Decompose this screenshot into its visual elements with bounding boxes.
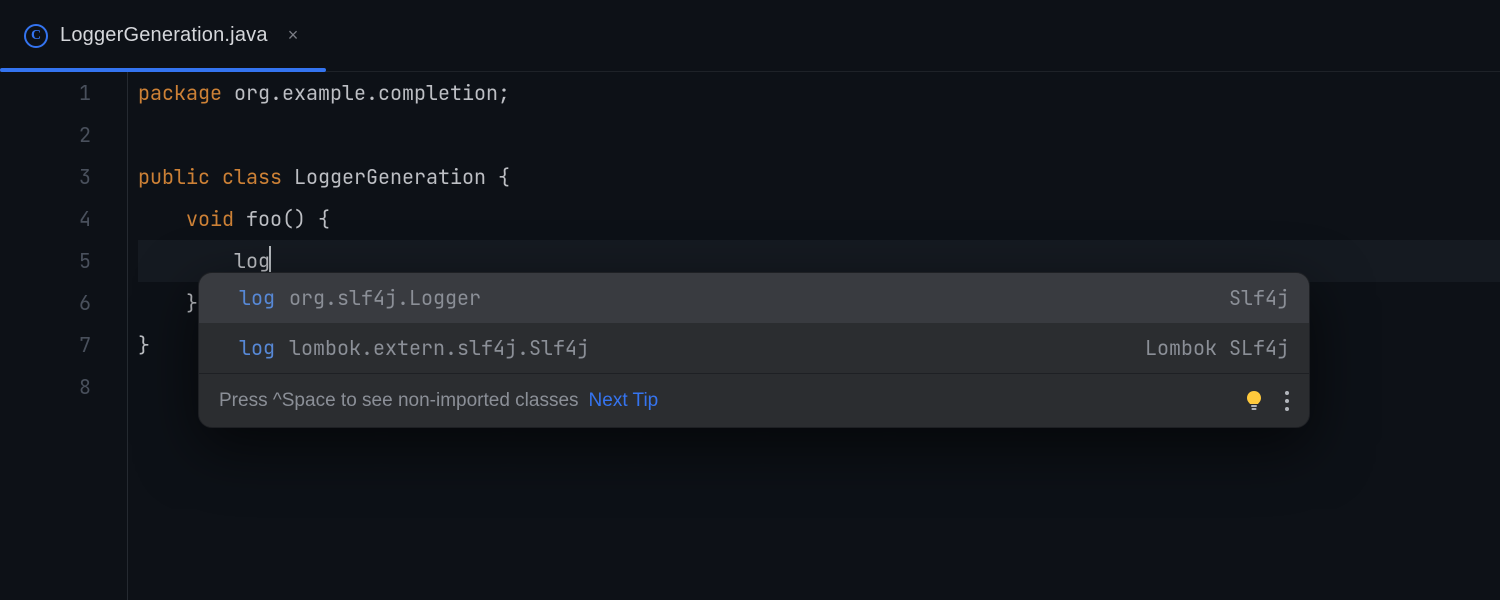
gutter: 1 2 3 4 5 6 7 8 <box>0 72 128 600</box>
code-line <box>138 114 1500 156</box>
code-line: package org.example.completion; <box>138 72 1500 114</box>
code-area[interactable]: package org.example.completion; public c… <box>128 72 1500 600</box>
class-file-icon: C <box>24 24 48 48</box>
completion-item-name: log <box>239 277 275 319</box>
lightbulb-icon[interactable] <box>1243 390 1265 412</box>
completion-item-name: log <box>239 327 275 369</box>
completion-item-qualifier: org.slf4j.Logger <box>289 277 481 319</box>
tab-title: LoggerGeneration.java <box>60 24 268 47</box>
line-number: 2 <box>0 114 91 156</box>
line-number: 8 <box>0 366 91 408</box>
line-number: 5 <box>0 240 91 282</box>
completion-item-source: Lombok SLf4j <box>1145 327 1289 369</box>
completion-item[interactable]: log lombok.extern.slf4j.Slf4j Lombok SLf… <box>199 323 1309 373</box>
completion-footer: Press ^Space to see non-imported classes… <box>199 373 1309 427</box>
next-tip-link[interactable]: Next Tip <box>589 380 659 422</box>
close-tab-icon[interactable]: × <box>284 25 303 46</box>
editor-tab[interactable]: C LoggerGeneration.java × <box>0 0 326 71</box>
code-line: public class LoggerGeneration { <box>138 156 1500 198</box>
caret-icon <box>269 246 271 272</box>
more-options-icon[interactable] <box>1279 391 1295 411</box>
completion-popup[interactable]: log org.slf4j.Logger Slf4j log lombok.ex… <box>198 272 1310 428</box>
completion-item-source: Slf4j <box>1229 277 1289 319</box>
completion-item[interactable]: log org.slf4j.Logger Slf4j <box>199 273 1309 323</box>
line-number: 1 <box>0 72 91 114</box>
completion-item-qualifier: lombok.extern.slf4j.Slf4j <box>289 327 589 369</box>
completion-hint-text: Press ^Space to see non-imported classes <box>219 380 579 422</box>
code-line: void foo() { <box>138 198 1500 240</box>
line-number: 6 <box>0 282 91 324</box>
line-number: 4 <box>0 198 91 240</box>
tab-bar: C LoggerGeneration.java × <box>0 0 1500 72</box>
line-number: 3 <box>0 156 91 198</box>
line-number: 7 <box>0 324 91 366</box>
editor[interactable]: 1 2 3 4 5 6 7 8 package org.example.comp… <box>0 72 1500 600</box>
